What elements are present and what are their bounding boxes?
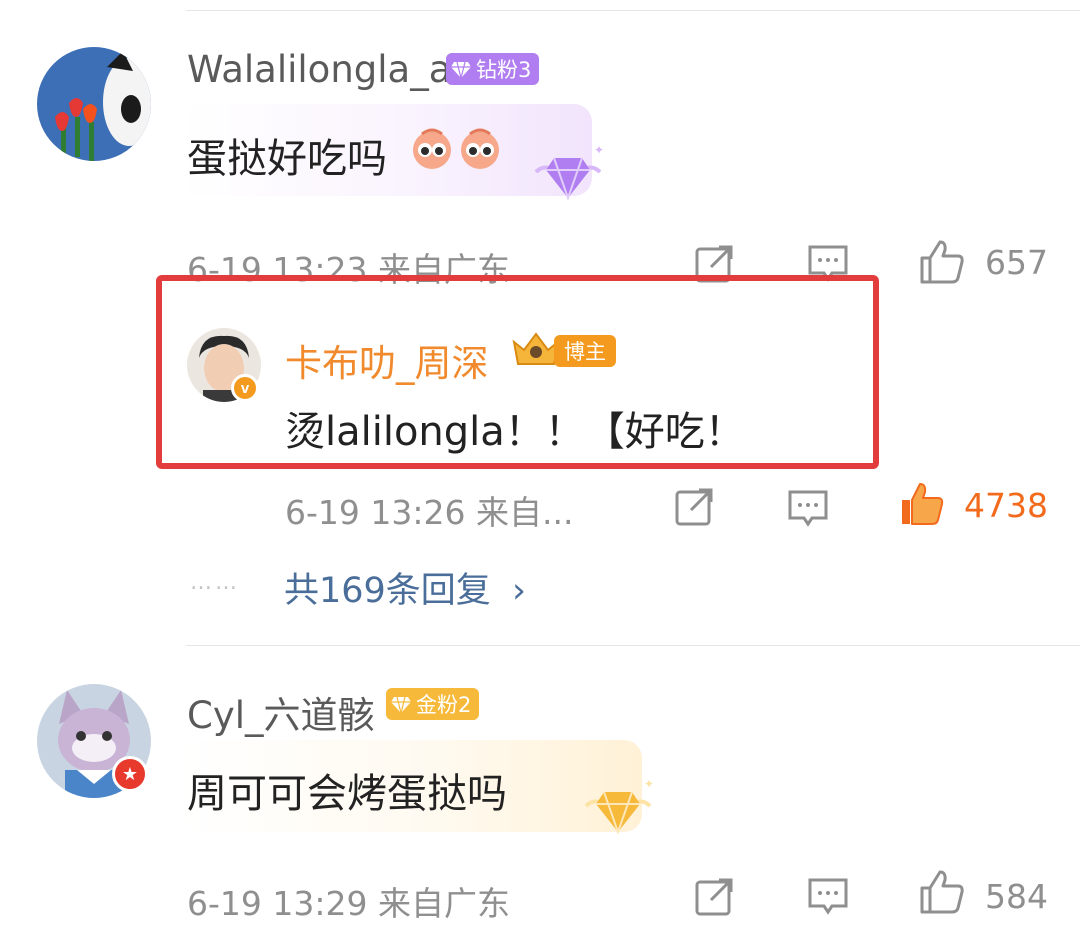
more-replies-label: 共169条回复 bbox=[284, 571, 491, 611]
reply-meta: 6-19 13:26 来自... bbox=[285, 493, 574, 532]
reply-text: 烫lalilongla！！【好吃！ bbox=[285, 409, 745, 455]
comment-username[interactable]: Cyl_六道骸 bbox=[187, 685, 375, 739]
badge-label: 钻粉3 bbox=[476, 58, 532, 82]
diamond-icon bbox=[391, 696, 411, 714]
diamond-icon bbox=[451, 61, 471, 79]
star-badge-icon: ★ bbox=[112, 756, 148, 792]
like-icon[interactable] bbox=[918, 868, 966, 916]
chevron-right-icon: › bbox=[511, 571, 526, 611]
comment-icon[interactable] bbox=[806, 874, 850, 918]
dog-tulip-avatar-icon bbox=[37, 47, 151, 161]
comment-divider bbox=[186, 645, 1080, 646]
badge-label: 博主 bbox=[564, 340, 606, 364]
svg-text:✦: ✦ bbox=[644, 777, 654, 791]
comment-meta: 6-19 13:29 来自广东 bbox=[187, 884, 510, 923]
comment-icon[interactable] bbox=[786, 486, 830, 530]
share-icon[interactable] bbox=[693, 874, 737, 918]
badge-label: 金粉2 bbox=[416, 693, 472, 717]
top-divider bbox=[186, 10, 1080, 11]
blogger-badge: 博主 bbox=[554, 335, 616, 367]
fan-badge[interactable]: 钻粉3 bbox=[446, 53, 540, 85]
fan-badge[interactable]: 金粉2 bbox=[386, 688, 480, 720]
comment-text: 周可可会烤蛋挞吗 bbox=[187, 771, 507, 817]
comment-text: 蛋挞好吃吗 bbox=[187, 136, 387, 182]
purple-diamond-decoration-icon: ✦ bbox=[534, 143, 604, 202]
svg-text:✦: ✦ bbox=[594, 143, 604, 157]
thread-dots: …… bbox=[190, 570, 240, 595]
gold-diamond-decoration-icon: ✦ bbox=[584, 777, 654, 836]
reply-like-count: 4738 bbox=[964, 486, 1048, 525]
like-icon[interactable] bbox=[918, 238, 966, 286]
like-count: 657 bbox=[985, 243, 1048, 282]
eyes-emoji-icon bbox=[413, 128, 499, 169]
share-icon[interactable] bbox=[673, 484, 717, 528]
more-replies-link[interactable]: 共169条回复 › bbox=[284, 562, 526, 613]
reply-username[interactable]: 卡布叻_周深 bbox=[285, 333, 489, 387]
avatar-walalilongla[interactable] bbox=[37, 47, 151, 161]
liked-icon[interactable] bbox=[898, 480, 946, 528]
like-count: 584 bbox=[985, 877, 1048, 916]
comment-username[interactable]: Walalilongla_a bbox=[187, 48, 451, 91]
verified-v-icon: v bbox=[231, 374, 259, 402]
